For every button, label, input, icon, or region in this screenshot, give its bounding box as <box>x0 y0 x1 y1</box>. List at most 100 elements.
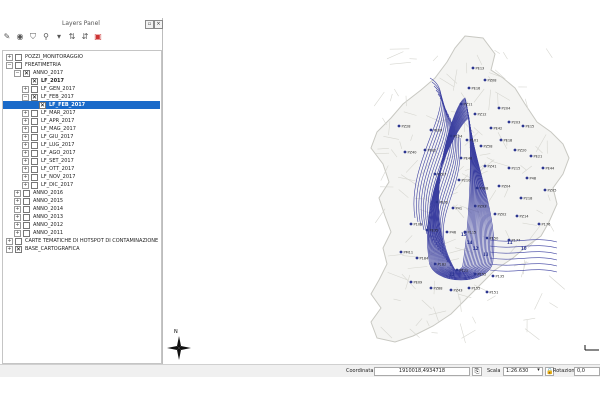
dropdown-arrow-icon[interactable]: ▾ <box>54 32 64 42</box>
expand-icon[interactable]: + <box>14 206 21 213</box>
contour-value-label: 15 <box>461 232 467 237</box>
layer-visibility-checkbox[interactable] <box>15 238 22 245</box>
layer-tree-item[interactable]: + ANNO_2016 <box>3 189 160 197</box>
layer-tree-item[interactable]: + LF_MAG_2017 <box>3 125 160 133</box>
expand-icon[interactable]: + <box>22 86 29 93</box>
map-canvas[interactable]: PE13 PZ08 PE16 PZ11 PZ12 P204 P203 PE15 PE42 PE09… <box>165 18 600 364</box>
expand-icon[interactable]: + <box>22 158 29 165</box>
expand-icon[interactable]: + <box>6 54 13 61</box>
open-layer-styling-icon[interactable]: ✎ <box>2 32 12 42</box>
layer-visibility-checkbox[interactable]: ✕ <box>15 246 22 253</box>
well-label: PZ08 <box>488 79 497 83</box>
layer-tree-item[interactable]: + LF_GEN_2017 <box>3 85 160 93</box>
layer-tree-item[interactable]: + LF_OTT_2017 <box>3 165 160 173</box>
layer-visibility-checkbox[interactable]: ✕ <box>31 78 38 85</box>
layer-visibility-checkbox[interactable] <box>23 190 30 197</box>
filter-legend-icon[interactable]: ⚲ <box>41 32 51 42</box>
collapse-icon[interactable]: − <box>14 70 21 77</box>
layer-visibility-checkbox[interactable] <box>31 182 38 189</box>
expand-icon[interactable]: + <box>6 246 13 253</box>
layer-visibility-checkbox[interactable] <box>31 110 38 117</box>
layer-tree-item[interactable]: + ✕ BASE_CARTOGRAFICA <box>3 245 160 253</box>
layer-visibility-checkbox[interactable]: ✕ <box>23 70 30 77</box>
expand-icon[interactable]: + <box>22 134 29 141</box>
layer-tree-item[interactable]: ✕ LF_FEB_2017 <box>3 101 160 109</box>
layer-visibility-checkbox[interactable]: ✕ <box>39 102 46 109</box>
layer-tree-item[interactable]: + LF_AGO_2017 <box>3 149 160 157</box>
layer-visibility-checkbox[interactable] <box>31 134 38 141</box>
expand-icon[interactable]: + <box>14 198 21 205</box>
well-point <box>467 286 471 290</box>
layer-visibility-checkbox[interactable] <box>23 214 30 221</box>
rotation-field[interactable]: 0,0 <box>574 367 600 376</box>
scale-dropdown-icon[interactable]: ▾ <box>536 367 541 374</box>
add-group-icon[interactable]: ◉ <box>15 32 25 42</box>
well-point <box>529 154 533 158</box>
layer-visibility-checkbox[interactable] <box>31 158 38 165</box>
expand-icon[interactable]: + <box>6 238 13 245</box>
layer-visibility-checkbox[interactable] <box>23 230 30 237</box>
layer-tree-item[interactable]: + LF_GIU_2017 <box>3 133 160 141</box>
float-panel-button[interactable]: ▫ <box>145 20 154 29</box>
layer-visibility-checkbox[interactable] <box>31 118 38 125</box>
close-panel-button[interactable]: × <box>154 20 163 29</box>
layer-tree-item[interactable]: − ✕ LF_FEB_2017 <box>3 93 160 101</box>
well-point <box>423 148 427 152</box>
collapse-icon[interactable]: − <box>6 62 13 69</box>
layer-name: LF_AGO_2017 <box>41 150 76 156</box>
expand-all-icon[interactable]: ⇅ <box>67 32 77 42</box>
coordinate-field[interactable]: 1910018,4934718 <box>374 367 470 376</box>
expand-icon[interactable]: + <box>14 222 21 229</box>
layer-visibility-checkbox[interactable] <box>31 166 38 173</box>
layer-visibility-checkbox[interactable] <box>23 206 30 213</box>
expand-icon[interactable]: + <box>14 190 21 197</box>
filter-icon[interactable]: ⛉ <box>28 32 38 42</box>
collapse-icon[interactable]: − <box>22 94 29 101</box>
well-label: P308 <box>480 187 489 191</box>
layer-tree-item[interactable]: + ANNO_2013 <box>3 213 160 221</box>
layer-tree-item[interactable]: + ANNO_2015 <box>3 197 160 205</box>
layer-tree-item[interactable]: + LF_DIC_2017 <box>3 181 160 189</box>
layer-tree-item[interactable]: + LF_APR_2017 <box>3 117 160 125</box>
layer-tree-item[interactable]: − FREATIMETRIA <box>3 61 160 69</box>
layer-tree-item[interactable]: + LF_NOV_2017 <box>3 173 160 181</box>
expand-icon[interactable]: + <box>22 110 29 117</box>
expand-icon[interactable]: + <box>22 166 29 173</box>
expand-icon[interactable]: + <box>14 230 21 237</box>
collapse-all-icon[interactable]: ⇵ <box>80 32 90 42</box>
layer-visibility-checkbox[interactable] <box>31 86 38 93</box>
layer-tree-item[interactable]: + CARTE TEMATICHE DI HOTSPOT DI CONTAMINA… <box>3 237 160 245</box>
layer-visibility-checkbox[interactable] <box>31 142 38 149</box>
layer-tree[interactable]: + POZZI_MONITORAGGIO − FREATIMETRIA − ✕ ANNO_2… <box>2 50 162 364</box>
layer-tree-item[interactable]: + ANNO_2011 <box>3 229 160 237</box>
expand-icon[interactable]: + <box>14 214 21 221</box>
layer-tree-item[interactable]: + LF_LUG_2017 <box>3 141 160 149</box>
layer-tree-item[interactable]: + ANNO_2012 <box>3 221 160 229</box>
layer-tree-item[interactable]: + ANNO_2014 <box>3 205 160 213</box>
layer-tree-item[interactable]: + LF_MAR_2017 <box>3 109 160 117</box>
expand-icon[interactable]: + <box>22 182 29 189</box>
layer-tree-item[interactable]: + POZZI_MONITORAGGIO <box>3 53 160 61</box>
map-svg[interactable]: PE13 PZ08 PE16 PZ11 PZ12 P204 P203 PE15 PE42 PE09… <box>165 18 600 364</box>
layer-visibility-checkbox[interactable] <box>23 222 30 229</box>
well-label: P184 <box>420 257 430 261</box>
extents-toggle-icon[interactable]: ⎘ <box>472 367 482 376</box>
expand-icon[interactable]: + <box>22 118 29 125</box>
scale-label: Scala <box>487 368 501 374</box>
layer-tree-item[interactable]: ✕ LF_2017 <box>3 77 160 85</box>
expand-icon[interactable]: + <box>22 150 29 157</box>
well-label: P109 <box>414 223 423 227</box>
expand-icon[interactable]: + <box>22 126 29 133</box>
layer-visibility-checkbox[interactable] <box>31 174 38 181</box>
layer-tree-item[interactable]: + LF_SET_2017 <box>3 157 160 165</box>
expand-icon[interactable]: + <box>22 174 29 181</box>
remove-layer-icon[interactable]: ▣ <box>93 32 103 42</box>
layer-visibility-checkbox[interactable] <box>23 198 30 205</box>
layer-visibility-checkbox[interactable] <box>31 126 38 133</box>
layer-visibility-checkbox[interactable] <box>31 150 38 157</box>
layer-visibility-checkbox[interactable]: ✕ <box>31 94 38 101</box>
layer-tree-item[interactable]: − ✕ ANNO_2017 <box>3 69 160 77</box>
layer-visibility-checkbox[interactable] <box>15 62 22 69</box>
layer-visibility-checkbox[interactable] <box>15 54 22 61</box>
expand-icon[interactable]: + <box>22 142 29 149</box>
